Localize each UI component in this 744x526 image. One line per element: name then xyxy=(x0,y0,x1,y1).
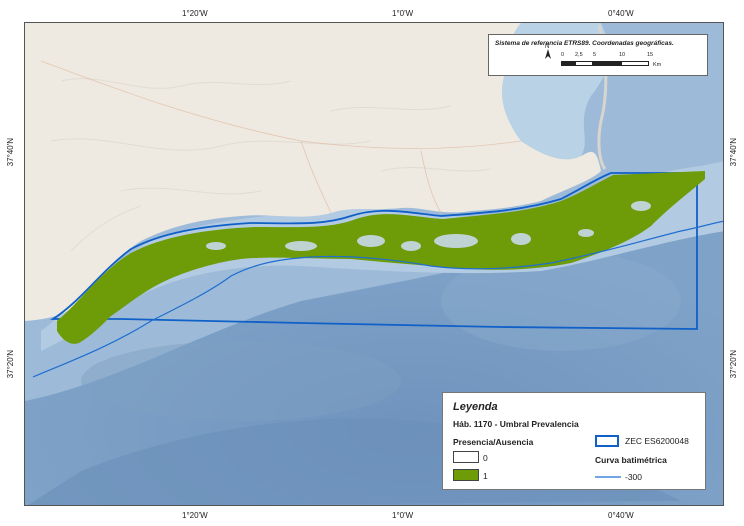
scale-label-1: 2,5 xyxy=(575,52,583,58)
legend-title: Leyenda xyxy=(453,401,498,413)
reference-system-text: Sistema de referencia ETRS89. Coordenada… xyxy=(495,40,674,47)
lat-tick-left-2: 37°20'N xyxy=(6,350,15,379)
scale-unit: Km xyxy=(653,62,662,68)
lon-tick-top-1: 1°20'W xyxy=(182,9,208,18)
svg-text:N: N xyxy=(545,44,549,50)
swatch-absence xyxy=(453,451,479,463)
lat-tick-left-1: 37°40'N xyxy=(6,138,15,167)
scale-bar-seg-4 xyxy=(621,61,649,66)
swatch-presence xyxy=(453,469,479,481)
lat-tick-right-1: 37°40'N xyxy=(729,138,738,167)
bathymetry-header: Curva batimétrica xyxy=(595,455,667,465)
legend: Leyenda Háb. 1170 - Umbral Prevalencia P… xyxy=(442,392,706,490)
lon-tick-bottom-2: 1°0'W xyxy=(392,511,414,520)
scale-bar-seg-3 xyxy=(593,61,621,66)
scale-label-0: 0 xyxy=(561,52,565,58)
swatch-zec xyxy=(595,435,619,447)
scale-label-4: 15 xyxy=(647,52,654,58)
lon-tick-bottom-1: 1°20'W xyxy=(182,511,208,520)
lon-tick-top-3: 0°40'W xyxy=(608,9,634,18)
lon-tick-top-2: 1°0'W xyxy=(392,9,414,18)
presence-header: Presencia/Ausencia xyxy=(453,437,534,447)
lat-tick-right-2: 37°20'N xyxy=(729,350,738,379)
scale-label-3: 10 xyxy=(619,52,626,58)
scale-box: Sistema de referencia ETRS89. Coordenada… xyxy=(488,34,708,76)
zec-label: ZEC ES6200048 xyxy=(625,436,689,446)
deep-sea-blob-2 xyxy=(81,341,401,421)
legend-subtitle: Háb. 1170 - Umbral Prevalencia xyxy=(453,419,579,429)
scale-label-2: 5 xyxy=(593,52,597,58)
legend-item-0-label: 0 xyxy=(483,453,488,463)
bathymetry-item-label: -300 xyxy=(625,472,643,482)
bathymetry-line-icon xyxy=(595,476,621,478)
legend-item-1-label: 1 xyxy=(483,471,488,481)
scale-bar-seg-2 xyxy=(575,61,593,66)
lon-tick-bottom-3: 0°40'W xyxy=(608,511,634,520)
scale-bar-seg-1 xyxy=(561,61,575,66)
